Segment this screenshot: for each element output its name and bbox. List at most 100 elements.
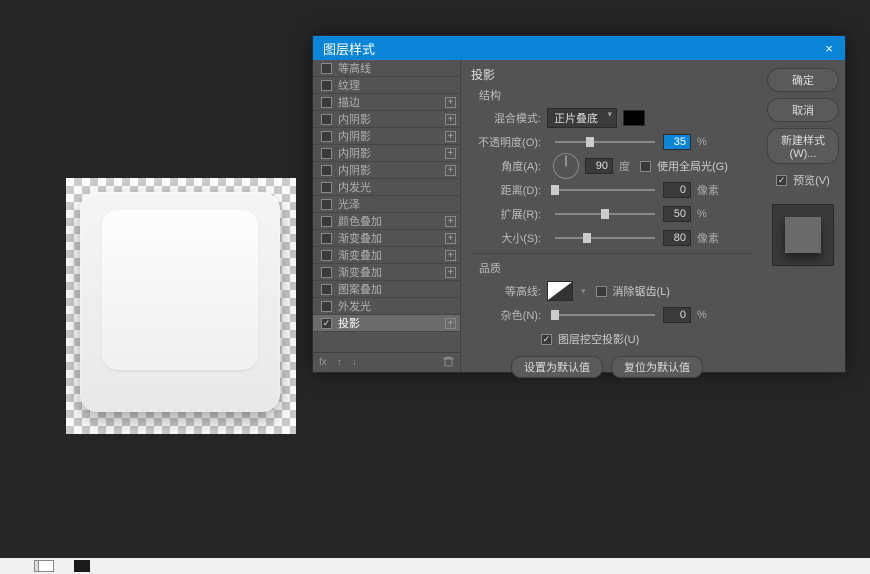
subtitle-quality: 品质 <box>479 260 751 276</box>
opacity-unit: % <box>697 136 707 148</box>
add-effect-icon[interactable]: + <box>445 318 456 329</box>
style-checkbox[interactable] <box>321 250 332 261</box>
add-effect-icon[interactable]: + <box>445 216 456 227</box>
style-checkbox[interactable] <box>321 233 332 244</box>
taskbar-document-icon[interactable] <box>38 560 54 572</box>
dialog-titlebar[interactable]: 图层样式 × <box>313 36 845 60</box>
style-item-3[interactable]: 内阴影 + <box>313 111 460 128</box>
style-checkbox[interactable] <box>321 97 332 108</box>
key-shape-inner <box>102 210 258 370</box>
antialias-checkbox[interactable] <box>596 286 607 297</box>
arrow-down-icon[interactable]: ↓ <box>352 357 357 368</box>
style-item-11[interactable]: 渐变叠加 + <box>313 247 460 264</box>
global-light-checkbox[interactable] <box>640 161 651 172</box>
style-item-label: 渐变叠加 <box>338 264 382 280</box>
style-checkbox[interactable] <box>321 63 332 74</box>
style-item-14[interactable]: 外发光 <box>313 298 460 315</box>
reset-default-button[interactable]: 复位为默认值 <box>611 356 703 378</box>
noise-value[interactable]: 0 <box>663 307 691 323</box>
new-style-button[interactable]: 新建样式(W)... <box>767 128 839 164</box>
size-slider[interactable] <box>555 237 655 239</box>
style-item-6[interactable]: 内阴影 + <box>313 162 460 179</box>
settings-panel: 投影 结构 混合模式: 正片叠底 不透明度(O): 35 % 角度(A): 90… <box>461 60 761 372</box>
preview-thumbnail <box>772 204 834 266</box>
style-checkbox[interactable] <box>321 165 332 176</box>
taskbar <box>0 558 870 574</box>
style-item-label: 渐变叠加 <box>338 247 382 263</box>
style-checkbox[interactable] <box>321 267 332 278</box>
size-unit: 像素 <box>697 230 719 246</box>
style-item-13[interactable]: 图案叠加 <box>313 281 460 298</box>
add-effect-icon[interactable]: + <box>445 131 456 142</box>
style-item-label: 渐变叠加 <box>338 230 382 246</box>
style-item-label: 颜色叠加 <box>338 213 382 229</box>
angle-value[interactable]: 90 <box>585 158 613 174</box>
shadow-color-swatch[interactable] <box>623 110 645 126</box>
arrow-up-icon[interactable]: ↑ <box>337 357 342 368</box>
preview-inner <box>785 217 821 253</box>
add-effect-icon[interactable]: + <box>445 148 456 159</box>
style-item-9[interactable]: 颜色叠加 + <box>313 213 460 230</box>
style-item-2[interactable]: 描边+ <box>313 94 460 111</box>
style-item-0[interactable]: 等高线 <box>313 60 460 77</box>
close-icon[interactable]: × <box>821 40 837 56</box>
knockout-label: 图层挖空投影(U) <box>558 331 639 347</box>
opacity-value[interactable]: 35 <box>663 134 691 150</box>
opacity-slider[interactable] <box>555 141 655 143</box>
contour-label: 等高线: <box>471 283 541 299</box>
add-effect-icon[interactable]: + <box>445 165 456 176</box>
style-checkbox[interactable] <box>321 216 332 227</box>
noise-unit: % <box>697 309 707 321</box>
spread-slider[interactable] <box>555 213 655 215</box>
add-effect-icon[interactable]: + <box>445 233 456 244</box>
style-item-label: 内发光 <box>338 179 371 195</box>
style-checkbox[interactable] <box>321 199 332 210</box>
contour-picker[interactable] <box>547 281 573 301</box>
ok-button[interactable]: 确定 <box>767 68 839 92</box>
preview-checkbox[interactable] <box>776 175 787 186</box>
style-checkbox[interactable] <box>321 301 332 312</box>
angle-dial[interactable] <box>553 153 579 179</box>
style-item-15[interactable]: 投影 + <box>313 315 460 332</box>
fx-label[interactable]: fx <box>319 357 327 368</box>
style-item-8[interactable]: 光泽 <box>313 196 460 213</box>
style-list-footer: fx ↑ ↓ <box>313 352 460 372</box>
add-effect-icon[interactable]: + <box>445 267 456 278</box>
add-effect-icon[interactable]: + <box>445 250 456 261</box>
style-checkbox[interactable] <box>321 284 332 295</box>
trash-icon[interactable] <box>443 356 454 370</box>
size-value[interactable]: 80 <box>663 230 691 246</box>
style-checkbox[interactable] <box>321 80 332 91</box>
style-item-7[interactable]: 内发光 <box>313 179 460 196</box>
style-item-5[interactable]: 内阴影+ <box>313 145 460 162</box>
style-item-label: 内阴影 <box>338 111 371 127</box>
spread-value[interactable]: 50 <box>663 206 691 222</box>
style-item-10[interactable]: 渐变叠加 + <box>313 230 460 247</box>
key-shape-outer <box>80 192 280 412</box>
style-checkbox[interactable] <box>321 114 332 125</box>
make-default-button[interactable]: 设置为默认值 <box>511 356 603 378</box>
distance-slider[interactable] <box>555 189 655 191</box>
add-effect-icon[interactable]: + <box>445 97 456 108</box>
taskbar-app-icon[interactable] <box>74 560 90 572</box>
chevron-down-icon[interactable]: ▾ <box>581 286 586 297</box>
layer-style-dialog: 图层样式 × 等高线纹理描边+内阴影+内阴影+内阴影+内阴影+内发光光泽颜色叠加… <box>312 35 846 373</box>
cancel-button[interactable]: 取消 <box>767 98 839 122</box>
dialog-side-panel: 确定 取消 新建样式(W)... 预览(V) <box>761 60 845 372</box>
distance-value[interactable]: 0 <box>663 182 691 198</box>
style-item-label: 内阴影 <box>338 162 371 178</box>
style-item-label: 投影 <box>338 315 360 331</box>
add-effect-icon[interactable]: + <box>445 114 456 125</box>
style-checkbox[interactable] <box>321 318 332 329</box>
noise-slider[interactable] <box>555 314 655 316</box>
style-checkbox[interactable] <box>321 148 332 159</box>
style-item-12[interactable]: 渐变叠加 + <box>313 264 460 281</box>
angle-unit: 度 <box>619 158 630 174</box>
style-item-1[interactable]: 纹理 <box>313 77 460 94</box>
blend-mode-select[interactable]: 正片叠底 <box>547 108 617 128</box>
knockout-checkbox[interactable] <box>541 334 552 345</box>
style-checkbox[interactable] <box>321 182 332 193</box>
opacity-label: 不透明度(O): <box>471 134 541 150</box>
style-item-4[interactable]: 内阴影+ <box>313 128 460 145</box>
style-checkbox[interactable] <box>321 131 332 142</box>
